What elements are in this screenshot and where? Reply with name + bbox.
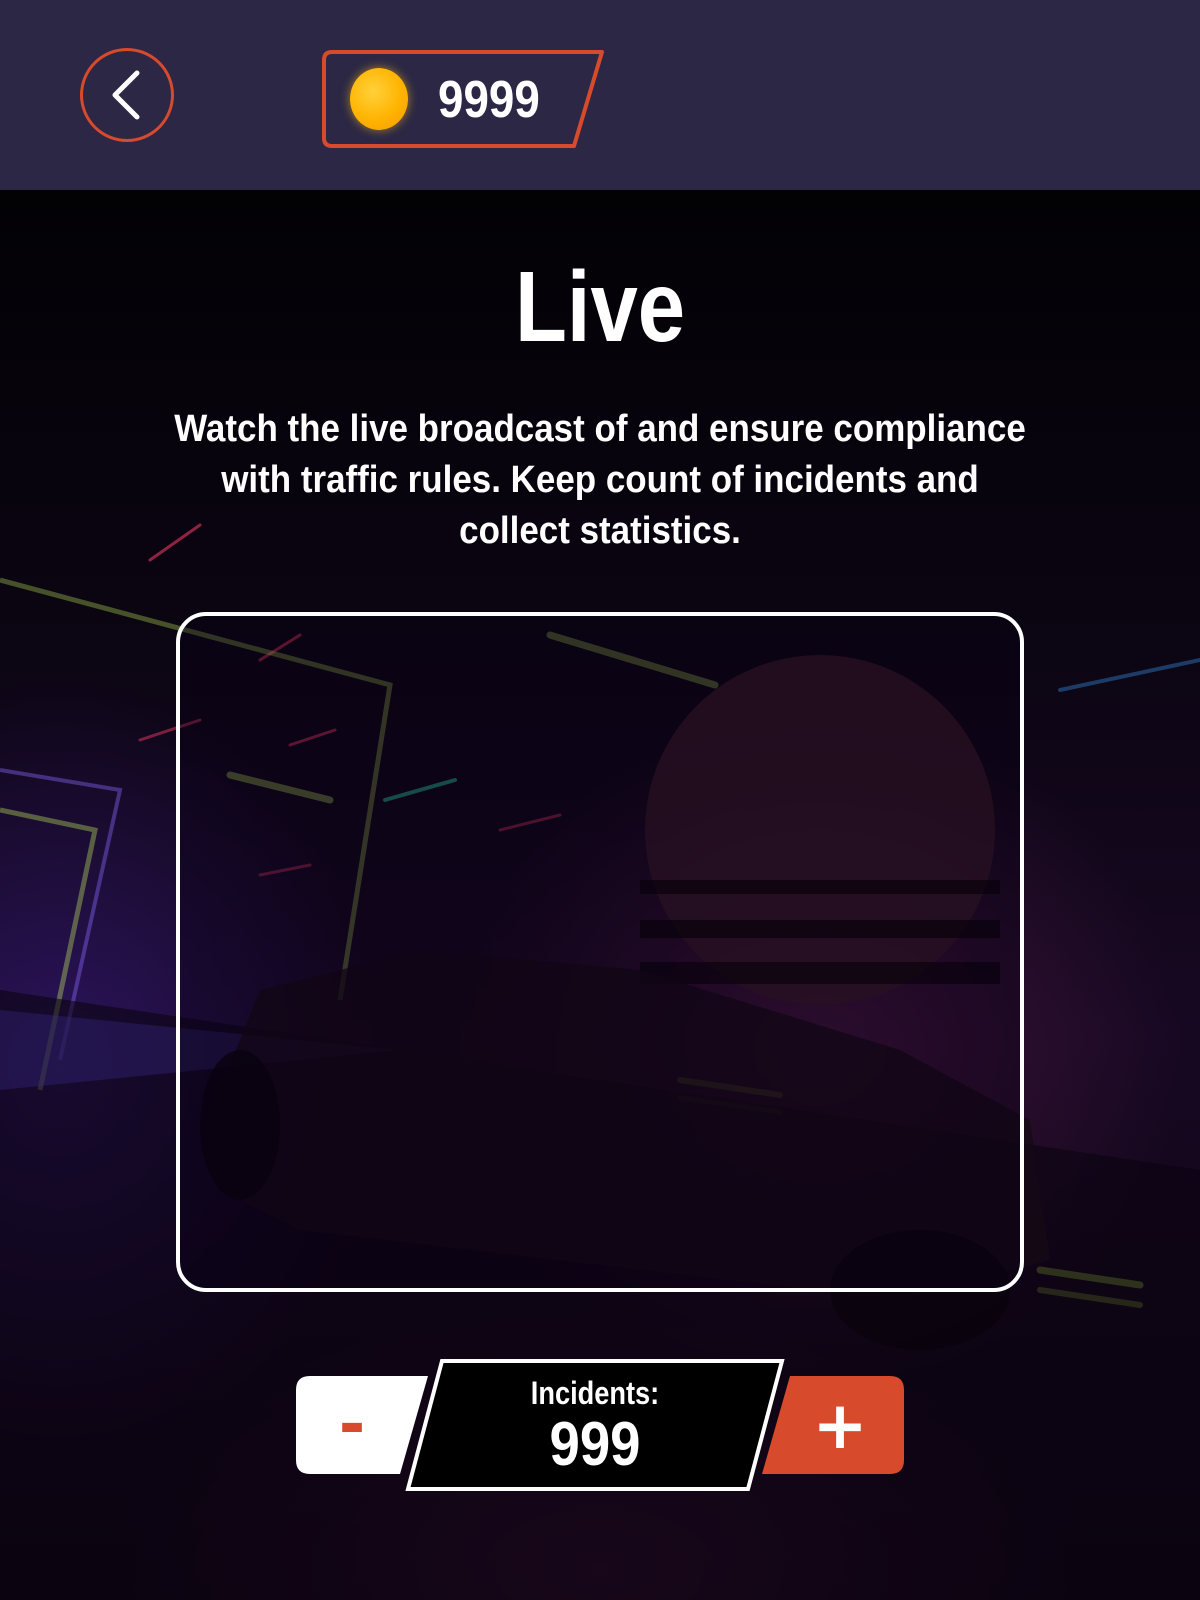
page-title: Live (514, 251, 686, 363)
plus-icon: + (812, 1386, 868, 1464)
top-bar: 9999 (0, 0, 1200, 190)
incidents-label: Incidents: (530, 1375, 660, 1411)
page-description: Watch the live broadcast of and ensure c… (174, 408, 1026, 552)
incidents-count: 999 (549, 1410, 641, 1479)
coin-balance: 9999 (322, 50, 606, 150)
back-button[interactable] (80, 48, 174, 142)
incidents-counter: Incidents: 999 (404, 1358, 786, 1492)
live-broadcast-view[interactable] (176, 612, 1024, 1292)
increment-incidents-button[interactable]: + (762, 1376, 904, 1474)
coin-icon (350, 68, 408, 130)
chevron-left-icon (112, 70, 140, 120)
live-screen: 9999 Live Watch the live broadcast of an… (0, 0, 1200, 1600)
minus-icon: - (338, 1388, 366, 1462)
coin-count: 9999 (438, 71, 540, 129)
